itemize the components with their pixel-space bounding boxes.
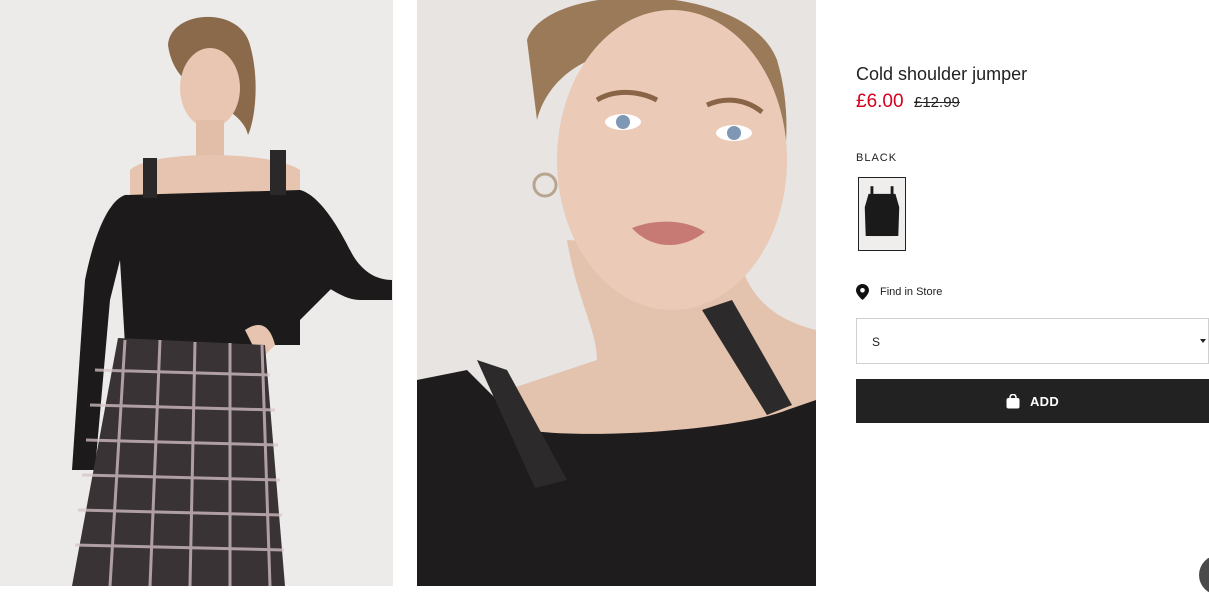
model-closeup-image — [417, 0, 816, 586]
color-swatch-black[interactable] — [858, 177, 906, 251]
location-pin-icon — [856, 284, 869, 300]
chevron-down-icon — [1200, 339, 1206, 343]
model-fullbody-image — [0, 0, 393, 586]
find-in-store-label: Find in Store — [880, 286, 943, 298]
add-to-bag-button[interactable]: ADD — [856, 379, 1209, 423]
add-button-label: ADD — [1029, 393, 1060, 409]
size-select[interactable]: S — [856, 318, 1209, 364]
product-title: Cold shoulder jumper — [856, 64, 1028, 84]
selected-color-label: BLACK — [856, 152, 898, 164]
original-price: £12.99 — [914, 94, 960, 111]
product-image-main[interactable] — [0, 0, 393, 586]
price-row: £6.00 £12.99 — [856, 91, 960, 113]
product-info-panel: Cold shoulder jumper £6.00 £12.99 BLACK … — [856, 0, 1209, 586]
swatch-thumbnail — [859, 178, 905, 250]
size-select-value: S — [872, 335, 881, 349]
product-image-closeup[interactable] — [417, 0, 816, 586]
find-in-store-link[interactable]: Find in Store — [856, 284, 942, 300]
shopping-bag-icon — [1006, 393, 1020, 408]
sale-price: £6.00 — [856, 91, 904, 112]
